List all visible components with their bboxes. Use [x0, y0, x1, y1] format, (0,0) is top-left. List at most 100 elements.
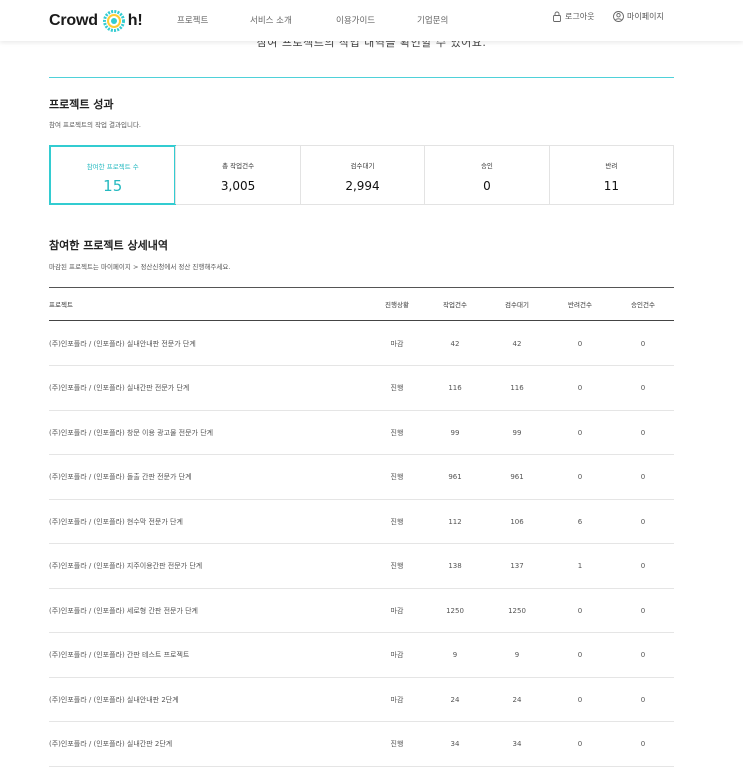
approved-count: 0 [640, 562, 646, 570]
status: 진행 [390, 473, 404, 481]
nav-service[interactable]: 서비스 소개 [250, 14, 292, 26]
approved-count: 0 [640, 339, 646, 348]
table-row[interactable]: (주)인포플라 / (인포플라) 창문 이용 광고물 전문가 단계 진행 99 99 0… [49, 411, 674, 455]
task-count: 1250 [446, 606, 464, 615]
stat-approved[interactable]: 승인 0 [424, 146, 548, 204]
approved-count: 0 [640, 740, 646, 748]
logo-o-icon [102, 10, 125, 32]
col-approved: 승인건수 [631, 301, 655, 309]
status: 진행 [390, 740, 404, 748]
task-count: 112 [448, 517, 462, 526]
status: 마감 [390, 339, 404, 348]
lock-icon [553, 11, 561, 22]
section-divider [49, 77, 674, 78]
rejected-count: 0 [577, 473, 583, 481]
pending-count: 99 [512, 428, 522, 437]
logout-link[interactable]: 로그아웃 [552, 11, 594, 22]
pending-count: 34 [512, 740, 522, 748]
performance-desc: 참여 프로젝트의 작업 결과입니다. [49, 121, 141, 129]
stat-label: 반려 [605, 162, 618, 170]
stat-value: 15 [103, 177, 123, 195]
rejected-count: 1 [577, 562, 583, 570]
status: 진행 [390, 562, 404, 570]
rejected-count: 0 [577, 695, 583, 704]
task-count: 116 [448, 384, 462, 392]
project-name: (주)인포플라 / (인포플라) 실내안내판 전문가 단계 [49, 339, 196, 348]
rejected-count: 0 [577, 740, 583, 748]
rejected-count: 0 [577, 651, 583, 659]
rejected-count: 0 [577, 384, 583, 392]
stat-value: 0 [483, 179, 491, 193]
pending-count: 1250 [508, 606, 526, 615]
project-name: (주)인포플라 / (인포플라) 간판 테스트 프로젝트 [49, 651, 190, 659]
col-pending: 검수대기 [505, 301, 529, 309]
pending-count: 137 [510, 562, 524, 570]
stat-value: 3,005 [220, 179, 256, 193]
task-count: 9 [452, 651, 458, 659]
pending-count: 42 [512, 339, 522, 348]
stat-value: 11 [603, 179, 619, 193]
table-row[interactable]: (주)인포플라 / (인포플라) 실내간판 전문가 단계 진행 116 116 0 0 [49, 367, 674, 411]
project-name: (주)인포플라 / (인포플라) 현수막 전문가 단계 [49, 517, 183, 526]
table-row[interactable]: (주)인포플라 / (인포플라) 현수막 전문가 단계 진행 112 106 6 0 [49, 500, 674, 544]
stat-projects[interactable]: 참여한 프로젝트 수 15 [49, 145, 177, 205]
approved-count: 0 [640, 606, 646, 615]
rejected-count: 0 [577, 428, 583, 437]
task-count: 961 [448, 473, 462, 481]
table-row[interactable]: (주)인포플라 / (인포플라) 돌출 간판 전문가 단계 진행 961 961 0 0 [49, 456, 674, 500]
stats-panel: 참여한 프로젝트 수 15 총 작업건수 3,005 검수대기 2,994 승인… [49, 145, 674, 205]
stat-label: 승인 [480, 162, 493, 170]
pending-count: 24 [512, 695, 522, 704]
status: 진행 [390, 384, 404, 392]
col-project: 프로젝트 [49, 301, 73, 309]
table-row[interactable]: (주)인포플라 / (인포플라) 실내안내판 전문가 단계 마감 42 42 0 0 [49, 322, 674, 366]
project-name: (주)인포플라 / (인포플라) 창문 이용 광고물 전문가 단계 [49, 428, 214, 437]
status: 진행 [390, 517, 404, 526]
table-row[interactable]: (주)인포플라 / (인포플라) 지주이용간판 전문가 단계 진행 138 137 1 0 [49, 545, 674, 589]
table-row[interactable]: (주)인포플라 / (인포플라) 간판 테스트 프로젝트 마감 9 9 0 0 [49, 634, 674, 678]
pending-count: 116 [510, 384, 524, 392]
stat-label: 검수대기 [350, 162, 375, 170]
table-header: 프로젝트 진행상황 작업건수 검수대기 반려건수 승인건수 [49, 288, 674, 321]
stat-total-tasks[interactable]: 총 작업건수 3,005 [175, 146, 299, 204]
stat-value: 2,994 [345, 179, 380, 193]
performance-title: 프로젝트 성과 [49, 98, 114, 111]
pending-count: 9 [514, 651, 520, 659]
pending-count: 961 [510, 473, 524, 481]
rejected-count: 6 [577, 517, 583, 526]
nav-guide[interactable]: 이용가이드 [336, 14, 375, 26]
project-name: (주)인포플라 / (인포플라) 세로형 간판 전문가 단계 [49, 606, 198, 615]
stat-pending[interactable]: 검수대기 2,994 [299, 146, 424, 204]
project-name: (주)인포플라 / (인포플라) 실내간판 2단계 [49, 740, 173, 748]
col-rejected: 반려건수 [568, 301, 592, 309]
stat-label: 총 작업건수 [222, 162, 255, 170]
approved-count: 0 [640, 517, 646, 526]
user-icon [613, 11, 624, 22]
logo[interactable]: Crowd h! [49, 9, 143, 33]
stat-rejected[interactable]: 반려 11 [548, 146, 673, 204]
table-row[interactable]: (주)인포플라 / (인포플라) 실내안내판 2단계 마감 24 24 0 0 [49, 678, 674, 722]
approved-count: 0 [640, 651, 646, 659]
col-status: 진행상황 [385, 301, 409, 309]
nav-project[interactable]: 프로젝트 [177, 14, 208, 26]
site-header: Crowd h! 프로젝트 서비스 소개 이용가이드 기업문의 로그아웃 마이페… [0, 0, 743, 41]
approved-count: 0 [640, 473, 646, 481]
status: 마감 [390, 695, 404, 704]
rejected-count: 0 [577, 606, 583, 615]
task-count: 138 [448, 562, 462, 570]
task-count: 24 [450, 695, 460, 704]
approved-count: 0 [640, 384, 646, 392]
stat-label: 참여한 프로젝트 수 [86, 163, 139, 171]
task-count: 42 [450, 339, 460, 348]
col-tasks: 작업건수 [443, 301, 467, 309]
mypage-link[interactable]: 마이페이지 [613, 11, 664, 22]
project-name: (주)인포플라 / (인포플라) 실내안내판 2단계 [49, 695, 179, 704]
status: 진행 [390, 428, 404, 437]
rejected-count: 0 [577, 339, 583, 348]
details-title: 참여한 프로젝트 상세내역 [49, 239, 168, 252]
task-count: 99 [450, 428, 460, 437]
table-row[interactable]: (주)인포플라 / (인포플라) 실내간판 2단계 진행 34 34 0 0 [49, 723, 674, 767]
nav-enterprise[interactable]: 기업문의 [417, 14, 448, 26]
table-row[interactable]: (주)인포플라 / (인포플라) 세로형 간판 전문가 단계 마감 1250 1250… [49, 589, 674, 633]
approved-count: 0 [640, 695, 646, 704]
